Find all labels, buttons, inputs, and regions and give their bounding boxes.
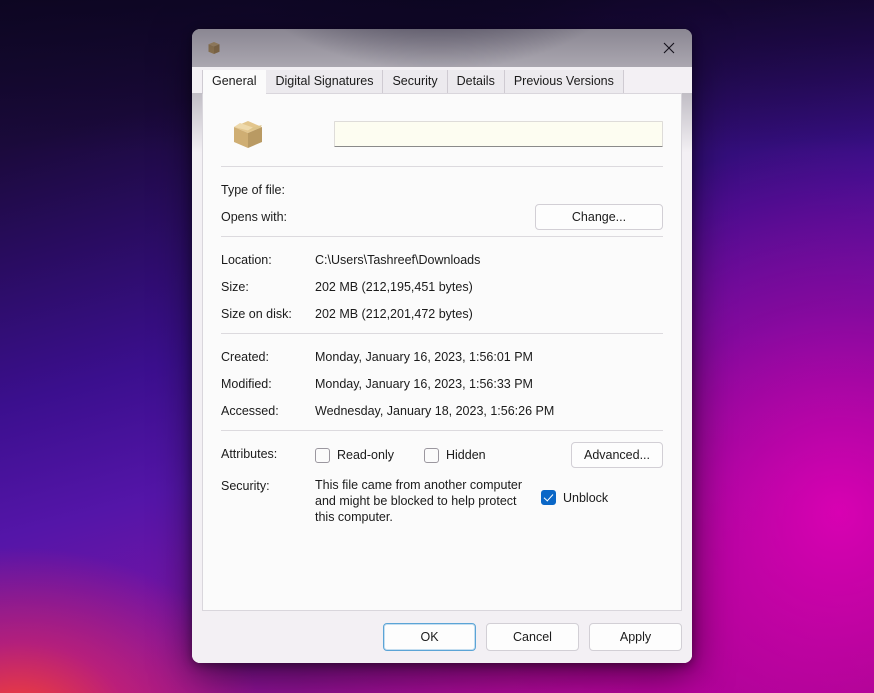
attributes-row: Attributes: Read-only Hidden Advanced... [221, 441, 663, 471]
dialog-footer: OK Cancel Apply [192, 611, 692, 663]
size-value: 202 MB (212,195,451 bytes) [315, 280, 473, 294]
location-size-group: Location: C:\Users\Tashreef\Downloads Si… [221, 247, 663, 327]
unblock-checkbox[interactable]: Unblock [541, 490, 608, 505]
tab-security[interactable]: Security [383, 70, 448, 93]
tab-previous-versions[interactable]: Previous Versions [504, 70, 624, 93]
accessed-row: Accessed: Wednesday, January 18, 2023, 1… [221, 398, 663, 424]
size-label: Size: [221, 280, 249, 294]
general-tab-panel: Type of file: Opens with: Change... Loca… [202, 93, 682, 611]
divider [221, 430, 663, 431]
archive-box-icon [205, 39, 223, 57]
opens-with-row: Opens with: Change... [221, 204, 663, 230]
accessed-value: Wednesday, January 18, 2023, 1:56:26 PM [315, 404, 555, 418]
hidden-label: Hidden [445, 448, 486, 462]
advanced-button[interactable]: Advanced... [571, 442, 663, 468]
file-type-group: Type of file: Opens with: Change... [221, 177, 663, 230]
size-on-disk-value: 202 MB (212,201,472 bytes) [315, 307, 473, 321]
security-row: Security: This file came from another co… [221, 477, 663, 525]
size-row: Size: 202 MB (212,195,451 bytes) [221, 274, 663, 300]
created-row: Created: Monday, January 16, 2023, 1:56:… [221, 344, 663, 370]
divider [221, 333, 663, 334]
modified-value: Monday, January 16, 2023, 1:56:33 PM [315, 377, 533, 391]
location-label: Location: [221, 253, 272, 267]
tab-digital-signatures-label: Digital Signatures [275, 74, 374, 88]
archive-box-icon [228, 114, 268, 154]
security-message: This file came from another computer and… [315, 478, 523, 524]
close-icon[interactable] [646, 29, 692, 67]
tab-digital-signatures[interactable]: Digital Signatures [266, 70, 384, 93]
checkbox-box [315, 447, 330, 463]
dialog-titlebar [192, 29, 692, 67]
security-label: Security: [221, 479, 270, 493]
file-name-row [221, 108, 663, 160]
read-only-label: Read-only [337, 448, 394, 462]
created-value: Monday, January 16, 2023, 1:56:01 PM [315, 350, 533, 364]
tab-security-label: Security [392, 74, 438, 88]
type-of-file-row: Type of file: [221, 177, 663, 203]
opens-with-label: Opens with: [221, 210, 288, 224]
checkbox-box [423, 447, 439, 463]
tab-previous-versions-label: Previous Versions [513, 74, 614, 88]
size-on-disk-row: Size on disk: 202 MB (212,201,472 bytes) [221, 301, 663, 327]
location-value: C:\Users\Tashreef\Downloads [315, 253, 481, 267]
ok-button[interactable]: OK [383, 623, 476, 651]
tab-details[interactable]: Details [447, 70, 505, 93]
modified-row: Modified: Monday, January 16, 2023, 1:56… [221, 371, 663, 397]
size-on-disk-label: Size on disk: [221, 307, 292, 321]
modified-label: Modified: [221, 377, 272, 391]
change-button[interactable]: Change... [535, 204, 663, 230]
apply-button[interactable]: Apply [589, 623, 682, 651]
location-row: Location: C:\Users\Tashreef\Downloads [221, 247, 663, 273]
tab-details-label: Details [456, 74, 495, 88]
cancel-button[interactable]: Cancel [486, 623, 579, 651]
divider [221, 236, 663, 237]
checkbox-box [541, 490, 556, 505]
file-name-input[interactable] [334, 121, 663, 147]
read-only-checkbox[interactable]: Read-only [315, 447, 394, 463]
file-properties-dialog: General Digital Signatures Security Deta… [192, 29, 692, 663]
accessed-label: Accessed: [221, 404, 279, 418]
hidden-checkbox[interactable]: Hidden [423, 447, 486, 463]
unblock-label: Unblock [563, 490, 609, 505]
tab-strip: General Digital Signatures Security Deta… [192, 67, 692, 94]
type-of-file-label: Type of file: [221, 183, 285, 197]
desktop-wallpaper: General Digital Signatures Security Deta… [0, 0, 874, 693]
divider [221, 166, 663, 167]
tab-general[interactable]: General [202, 70, 267, 94]
attributes-label: Attributes: [221, 447, 278, 461]
created-label: Created: [221, 350, 269, 364]
timestamps-group: Created: Monday, January 16, 2023, 1:56:… [221, 344, 663, 424]
tab-general-label: General [212, 74, 257, 88]
